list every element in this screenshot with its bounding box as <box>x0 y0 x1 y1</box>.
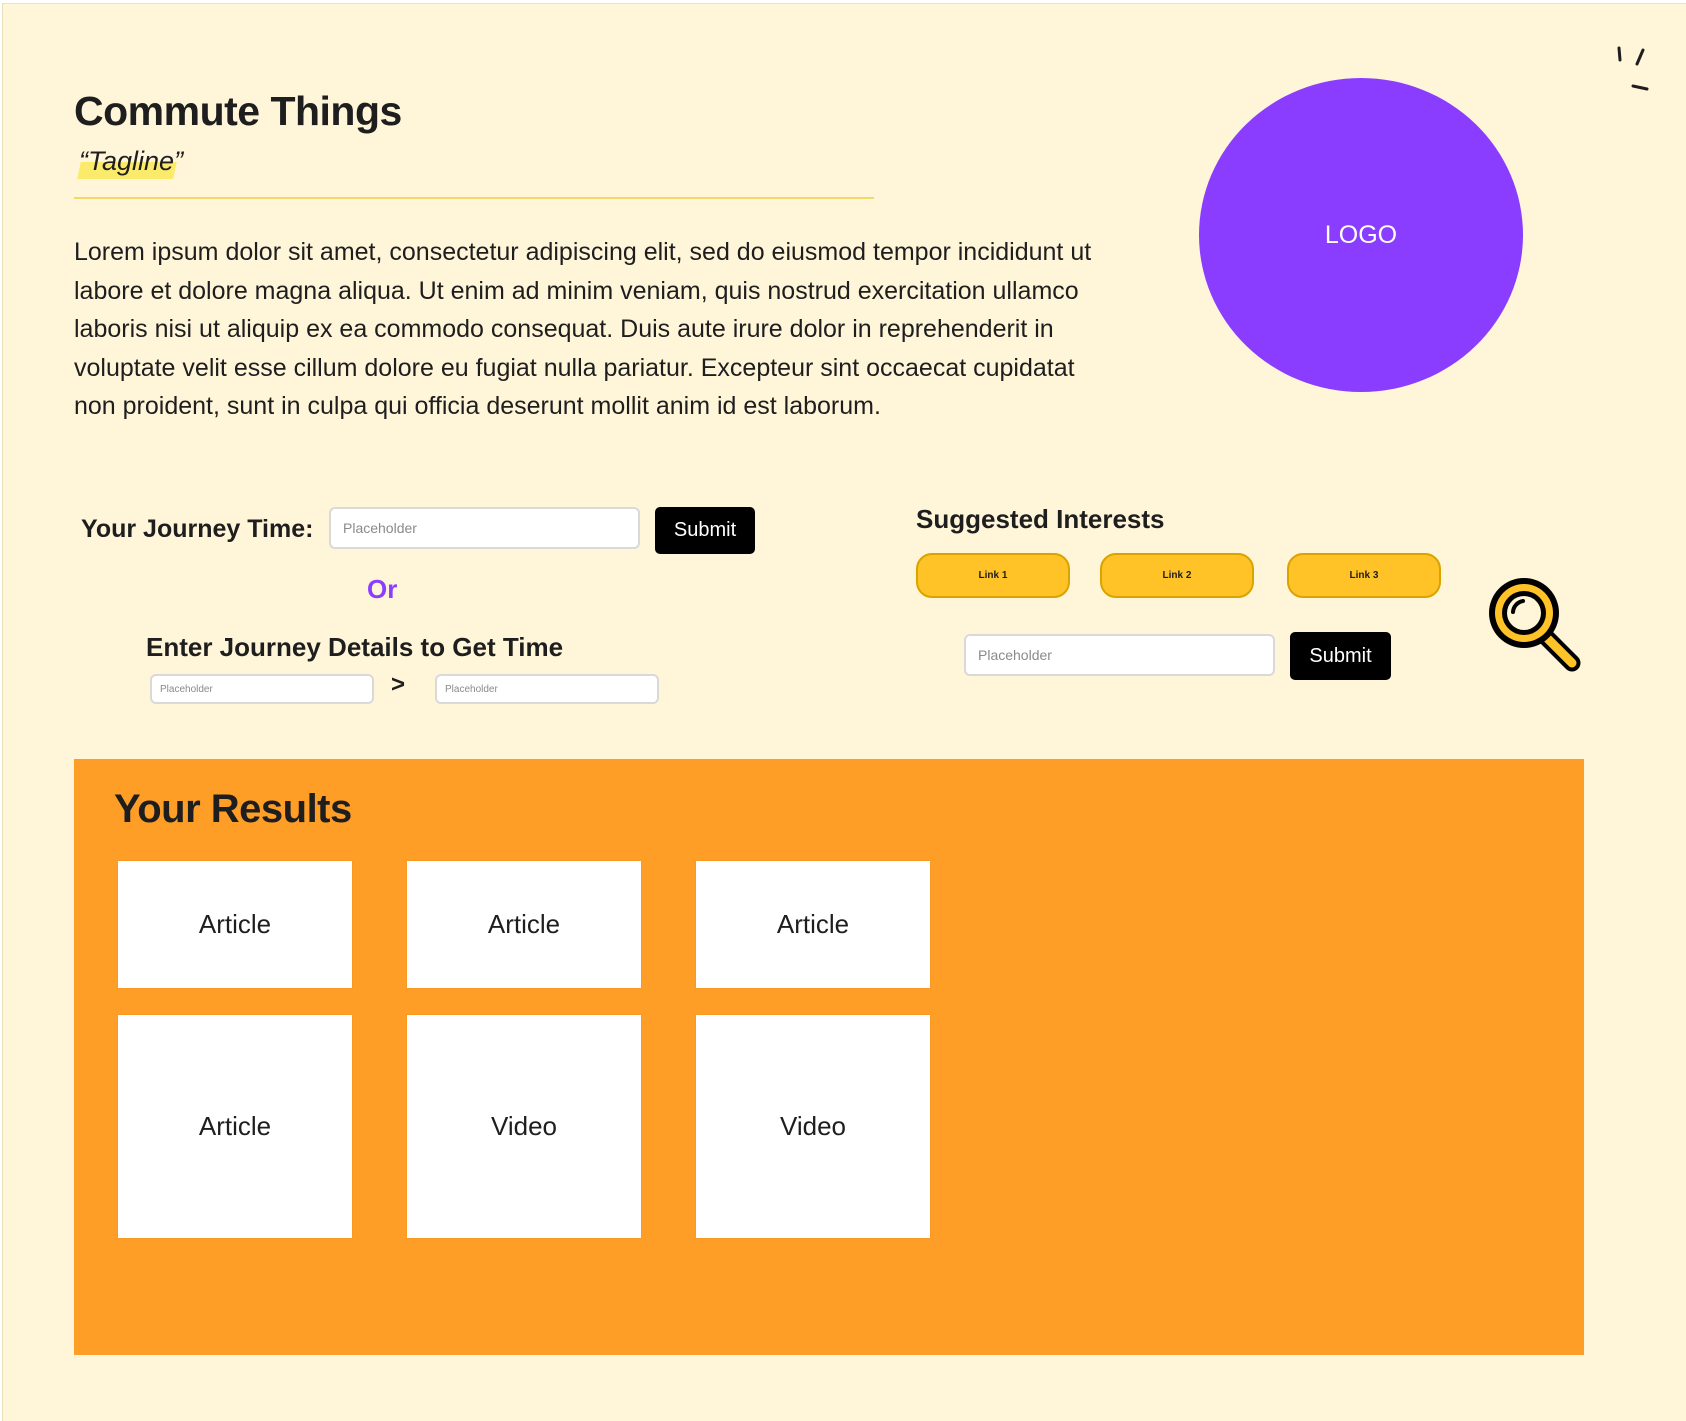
journey-time-label: Your Journey Time: <box>81 515 314 543</box>
journey-submit-button[interactable]: Submit <box>655 507 755 554</box>
journey-from-input[interactable] <box>150 674 374 704</box>
logo-label: LOGO <box>1324 220 1398 249</box>
results-panel: Your Results Article Article Article Art… <box>74 759 1584 1355</box>
result-card-article[interactable]: Article <box>407 861 641 988</box>
site-title: Commute Things <box>74 88 402 134</box>
result-card-article[interactable]: Article <box>118 861 352 988</box>
result-card-video[interactable]: Video <box>407 1015 641 1238</box>
interests-submit-button[interactable]: Submit <box>1290 632 1391 680</box>
or-label: Or <box>367 574 398 604</box>
result-card-video[interactable]: Video <box>696 1015 930 1238</box>
header-divider <box>74 197 874 199</box>
results-title: Your Results <box>114 787 352 831</box>
journey-separator: > <box>391 671 406 698</box>
magnifier-icon <box>1489 578 1581 672</box>
tagline-text: “Tagline” <box>79 146 184 176</box>
tagline: “Tagline” <box>77 146 184 179</box>
sparkle-icon <box>1617 46 1649 91</box>
journey-details-label: Enter Journey Details to Get Time <box>146 632 564 662</box>
journey-to-input[interactable] <box>435 674 659 704</box>
interest-link-2[interactable]: Link 2 <box>1100 553 1254 598</box>
intro-paragraph: Lorem ipsum dolor sit amet, consectetur … <box>74 238 1092 420</box>
interests-search-input[interactable] <box>964 634 1275 676</box>
suggested-interests-title: Suggested Interests <box>916 504 1165 534</box>
result-card-article[interactable]: Article <box>118 1015 352 1238</box>
interest-link-3[interactable]: Link 3 <box>1287 553 1441 598</box>
journey-time-input[interactable] <box>329 507 640 549</box>
page: Commute Things “Tagline” Lorem ipsum dol… <box>2 3 1686 1421</box>
logo: LOGO <box>1199 78 1523 392</box>
result-card-article[interactable]: Article <box>696 861 930 988</box>
interest-link-1[interactable]: Link 1 <box>916 553 1070 598</box>
